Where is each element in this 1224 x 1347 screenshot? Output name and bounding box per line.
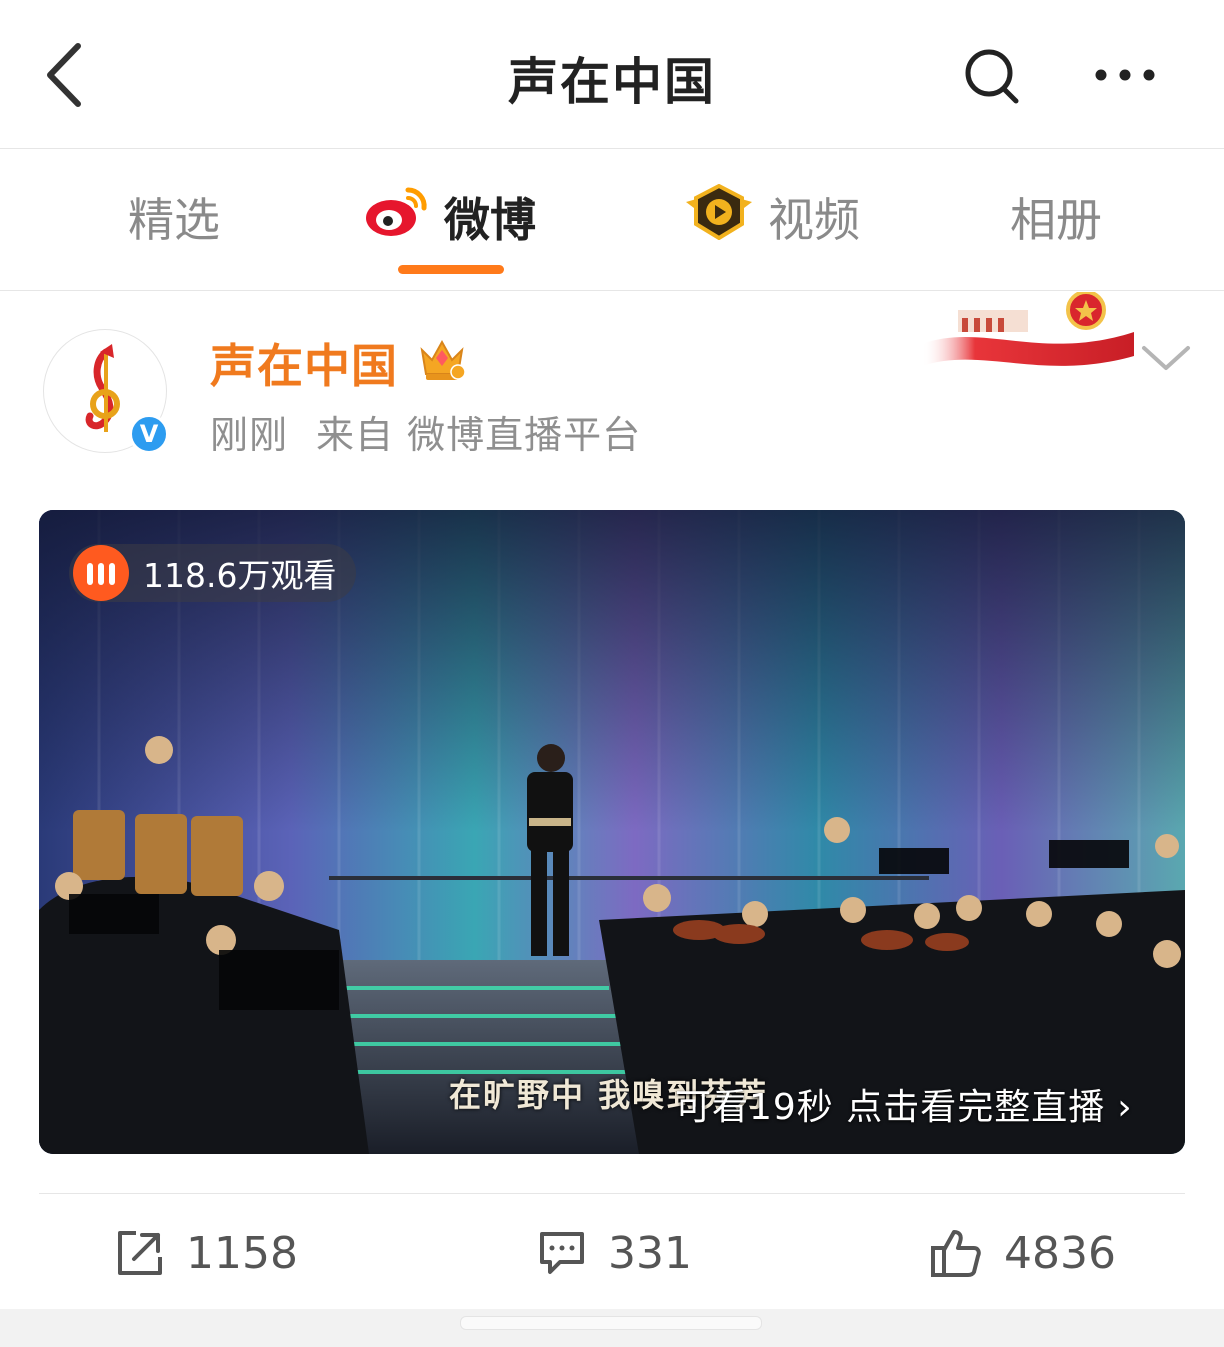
chevron-down-icon: [1142, 346, 1190, 370]
live-indicator-icon: [73, 545, 129, 601]
divider: [39, 1193, 1185, 1194]
search-button[interactable]: [962, 46, 1022, 106]
top-bar: 声在中国: [0, 0, 1224, 149]
like-button[interactable]: 4836: [930, 1222, 1116, 1284]
active-tab-indicator: [398, 265, 504, 274]
verified-badge: V: [129, 414, 169, 454]
comment-button[interactable]: 331: [538, 1222, 692, 1284]
tab-featured[interactable]: 精选: [128, 185, 220, 249]
search-icon: [965, 49, 1019, 104]
tab-video[interactable]: 视频: [684, 183, 860, 251]
post-time: 刚刚: [210, 413, 289, 457]
live-video-player[interactable]: 118.6万观看 在旷野中 我嗅到芬芳 可看19秒 点击看完整直播 ›: [39, 510, 1185, 1154]
view-count-pill: 118.6万观看: [69, 544, 357, 602]
tab-label: 精选: [128, 193, 220, 247]
repost-count: 1158: [186, 1227, 298, 1279]
post-source: 来自 微博直播平台: [316, 413, 642, 457]
author-name[interactable]: 声在中国: [210, 330, 398, 396]
weibo-logo-icon: [364, 184, 430, 251]
decorative-banner: [922, 292, 1134, 372]
repost-icon: [118, 1231, 162, 1275]
view-count: 118.6万观看: [143, 556, 337, 595]
video-badge-icon: [684, 183, 754, 251]
video-frame: [39, 510, 1185, 1154]
tab-label: 微博: [444, 193, 536, 247]
tab-album[interactable]: 相册: [1010, 185, 1102, 249]
tab-label: 相册: [1010, 193, 1102, 247]
crown-badge-icon[interactable]: [418, 336, 466, 382]
scroll-handle: [460, 1316, 762, 1330]
more-dots-icon: [1095, 69, 1155, 81]
tab-weibo[interactable]: 微博: [364, 184, 536, 274]
watch-prompt: 可看19秒 点击看完整直播: [675, 1087, 1106, 1128]
thumbs-up-icon: [931, 1230, 981, 1277]
comment-icon: [540, 1232, 584, 1274]
page-title: 声在中国: [508, 53, 716, 111]
more-button[interactable]: [1090, 58, 1160, 92]
comment-count: 331: [608, 1227, 692, 1279]
tab-label: 视频: [768, 193, 860, 247]
repost-button[interactable]: 1158: [116, 1222, 298, 1284]
like-count: 4836: [1004, 1227, 1116, 1279]
profile-tabs: 精选 微博 视频 相册: [0, 149, 1224, 291]
post-menu-button[interactable]: [1140, 340, 1192, 376]
post-meta: 刚刚 来自 微博直播平台: [210, 404, 669, 459]
chevron-right-icon: ›: [1117, 1087, 1133, 1128]
watch-full-live-link[interactable]: 可看19秒 点击看完整直播 ›: [675, 1078, 1133, 1130]
